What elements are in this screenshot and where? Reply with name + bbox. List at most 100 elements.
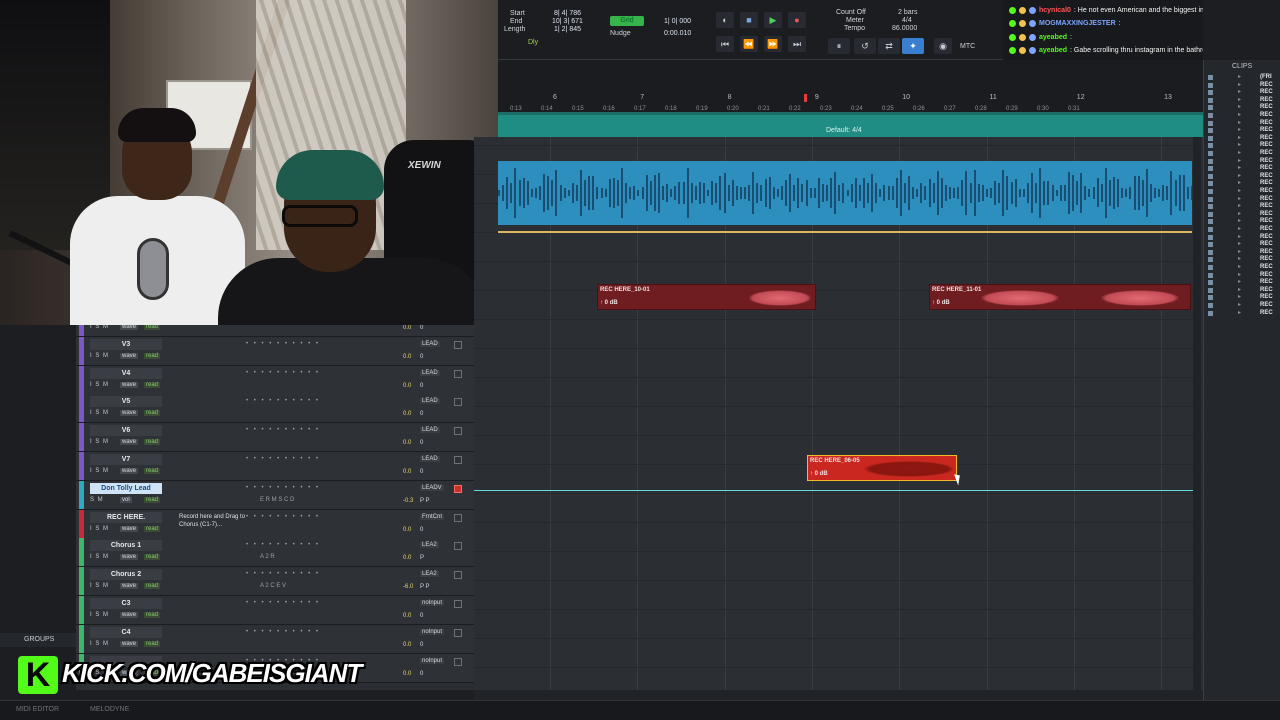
clip-list-item[interactable]: ▸ REC [1208,196,1278,203]
track-row[interactable]: V5 I S M wave read • • • • • • • • • • 0.0 LEA… [76,394,474,424]
expand-arrow-icon[interactable]: ▸ [1238,127,1241,134]
automation-mode[interactable]: read [144,583,161,590]
expand-arrow-icon[interactable]: ▸ [1238,135,1241,142]
mtc-label[interactable]: MTC [960,42,975,51]
track-output[interactable]: FrntCnt [420,513,445,520]
midi-merge-icon[interactable]: ✦ [902,38,924,54]
clip-list-item[interactable]: ▸ REC [1208,180,1278,187]
track-record-toggle[interactable] [454,628,462,637]
track-view-selector[interactable]: wave [120,554,139,561]
loop-icon[interactable]: ↺ [854,38,876,54]
fast-forward-icon[interactable]: ⏩ [764,36,782,52]
chat-username[interactable]: ayeabed [1039,44,1067,57]
vertical-scrollbar[interactable] [1193,137,1201,690]
expand-arrow-icon[interactable]: ▸ [1238,142,1241,149]
grid-value[interactable]: 1| 0| 000 [664,17,691,26]
track-view-selector[interactable]: wave [120,583,139,590]
track-record-toggle[interactable] [454,456,462,464]
clip-list-item[interactable]: ▸ REC [1208,279,1278,286]
track-input-solo-mute[interactable]: I S M [90,468,109,474]
track-output[interactable]: LEA2 [420,571,439,578]
insert-slots[interactable]: • • • • • • • • • • [246,456,320,462]
rec-clip-10[interactable]: REC HERE_10-01 ↑ 0 dB [597,284,816,310]
clip-list-item[interactable]: ▸ REC [1208,165,1278,172]
track-record-toggle[interactable] [454,427,462,436]
dly-label[interactable]: Dly [528,38,538,47]
sync-icon[interactable]: ◉ [934,38,952,54]
rewind-start-icon[interactable]: ⏮ [716,36,734,52]
expand-arrow-icon[interactable]: ▸ [1238,272,1241,279]
expand-arrow-icon[interactable]: ▸ [1238,173,1241,180]
clip-list-item[interactable]: ▸ REC [1208,142,1278,149]
clip-list-item[interactable]: ▸ REC [1208,127,1278,134]
track-input-solo-mute[interactable]: I S M [90,583,109,589]
track-row[interactable]: Chorus 1 I S M wave read • • • • • • • • • •… [76,538,474,568]
clip-list-item[interactable]: ▸ REC [1208,120,1278,127]
clip-list-item[interactable]: ▸ REC [1208,173,1278,180]
clip-list-item[interactable]: ▸ REC [1208,112,1278,119]
clip-list-item[interactable]: ▸ REC [1208,188,1278,195]
track-output[interactable]: LEAD [420,427,440,434]
tempo-value[interactable]: 86.0000 [892,24,917,33]
expand-arrow-icon[interactable]: ▸ [1238,279,1241,286]
track-view-selector[interactable]: wave [120,439,139,446]
track-input-solo-mute[interactable]: I S M [90,526,109,532]
expand-arrow-icon[interactable]: ▸ [1238,74,1241,81]
audio-clip-main[interactable] [498,161,1192,225]
expand-arrow-icon[interactable]: ▸ [1238,264,1241,271]
expand-arrow-icon[interactable]: ▸ [1238,188,1241,195]
track-record-toggle[interactable] [454,600,462,608]
track-volume[interactable]: 0.0 [403,613,411,619]
track-input-solo-mute[interactable]: I S M [90,382,109,388]
clip-list-item[interactable]: ▸ REC [1208,234,1278,241]
expand-arrow-icon[interactable]: ▸ [1238,104,1241,111]
rewind-icon[interactable]: ⏪ [740,36,758,52]
play-icon[interactable]: ▶ [764,12,782,28]
track-volume[interactable]: 0.0 [403,325,411,331]
track-view-selector[interactable]: wave [120,612,139,618]
track-row[interactable]: C3 I S M wave read • • • • • • • • • • 0.0 noI… [76,596,474,625]
clip-list-item[interactable]: ▸ REC [1208,272,1278,279]
track-row[interactable]: V7 I S M wave read • • • • • • • • • • 0.0 LEA… [76,452,474,481]
clip-list-item[interactable]: ▸ REC [1208,256,1278,263]
track-record-toggle[interactable] [454,542,462,551]
clip-list-item[interactable]: ▸ REC [1208,226,1278,233]
track-row[interactable]: V4 I S M wave read • • • • • • • • • • 0.0 LEA… [76,365,474,395]
expand-arrow-icon[interactable]: ▸ [1238,287,1241,294]
track-output[interactable]: LEAD [420,398,440,405]
clip-list-item[interactable]: ▸ REC [1208,287,1278,294]
tab-melodyne[interactable]: MELODYNE [90,706,129,713]
track-volume[interactable]: 0.0 [403,383,411,389]
clip-list-item[interactable]: ▸ REC [1208,158,1278,165]
track-input-solo-mute[interactable]: I S M [90,641,109,647]
track-input-solo-mute[interactable]: I S M [90,325,109,330]
track-name[interactable]: V4 [90,367,162,379]
expand-arrow-icon[interactable]: ▸ [1238,150,1241,157]
track-row[interactable]: V3 I S M wave read • • • • • • • • • • 0.0 LEA… [76,336,474,366]
clip-list-item[interactable]: ▸ REC [1208,82,1278,89]
track-output[interactable]: LEADV [420,484,444,491]
track-input-solo-mute[interactable]: I S M [90,612,109,618]
tab-midi-editor[interactable]: MIDI EDITOR [16,706,59,713]
rec-clip-06-selected[interactable]: REC HERE_06-05 ↑ 0 dB [807,455,957,481]
expand-arrow-icon[interactable]: ▸ [1238,112,1241,119]
clip-list-item[interactable]: ▸ REC [1208,104,1278,111]
clip-list-item[interactable]: ▸ REC [1208,97,1278,104]
track-name[interactable]: Chorus 1 [90,540,162,552]
track-volume[interactable]: 0.0 [403,555,411,561]
expand-arrow-icon[interactable]: ▸ [1238,158,1241,165]
track-row[interactable]: V6 I S M wave read • • • • • • • • • • 0.0 LEA… [76,423,474,453]
timeline-ruler[interactable]: 6 7 8 9 10 11 12 13 0:13 0:14 0:15 0:16 0:17 0:18 0:1… [498,60,1203,115]
track-volume[interactable]: 0.0 [403,642,411,648]
track-view-selector[interactable]: wave [120,325,139,330]
clip-list-item[interactable]: ▸ REC [1208,150,1278,157]
expand-arrow-icon[interactable]: ▸ [1238,165,1241,172]
clip-list-item[interactable]: ▸ REC [1208,135,1278,142]
track-volume[interactable]: 0.0 [403,671,411,677]
insert-slots[interactable]: • • • • • • • • • • [246,398,320,404]
clip-list-item[interactable]: ▸ REC [1208,264,1278,271]
length-value[interactable]: 1| 2| 845 [554,25,581,34]
track-view-selector[interactable]: wave [120,525,139,532]
chat-username[interactable]: MOGMAXXINGJESTER [1039,17,1116,30]
track-view-selector[interactable]: wave [120,410,139,417]
